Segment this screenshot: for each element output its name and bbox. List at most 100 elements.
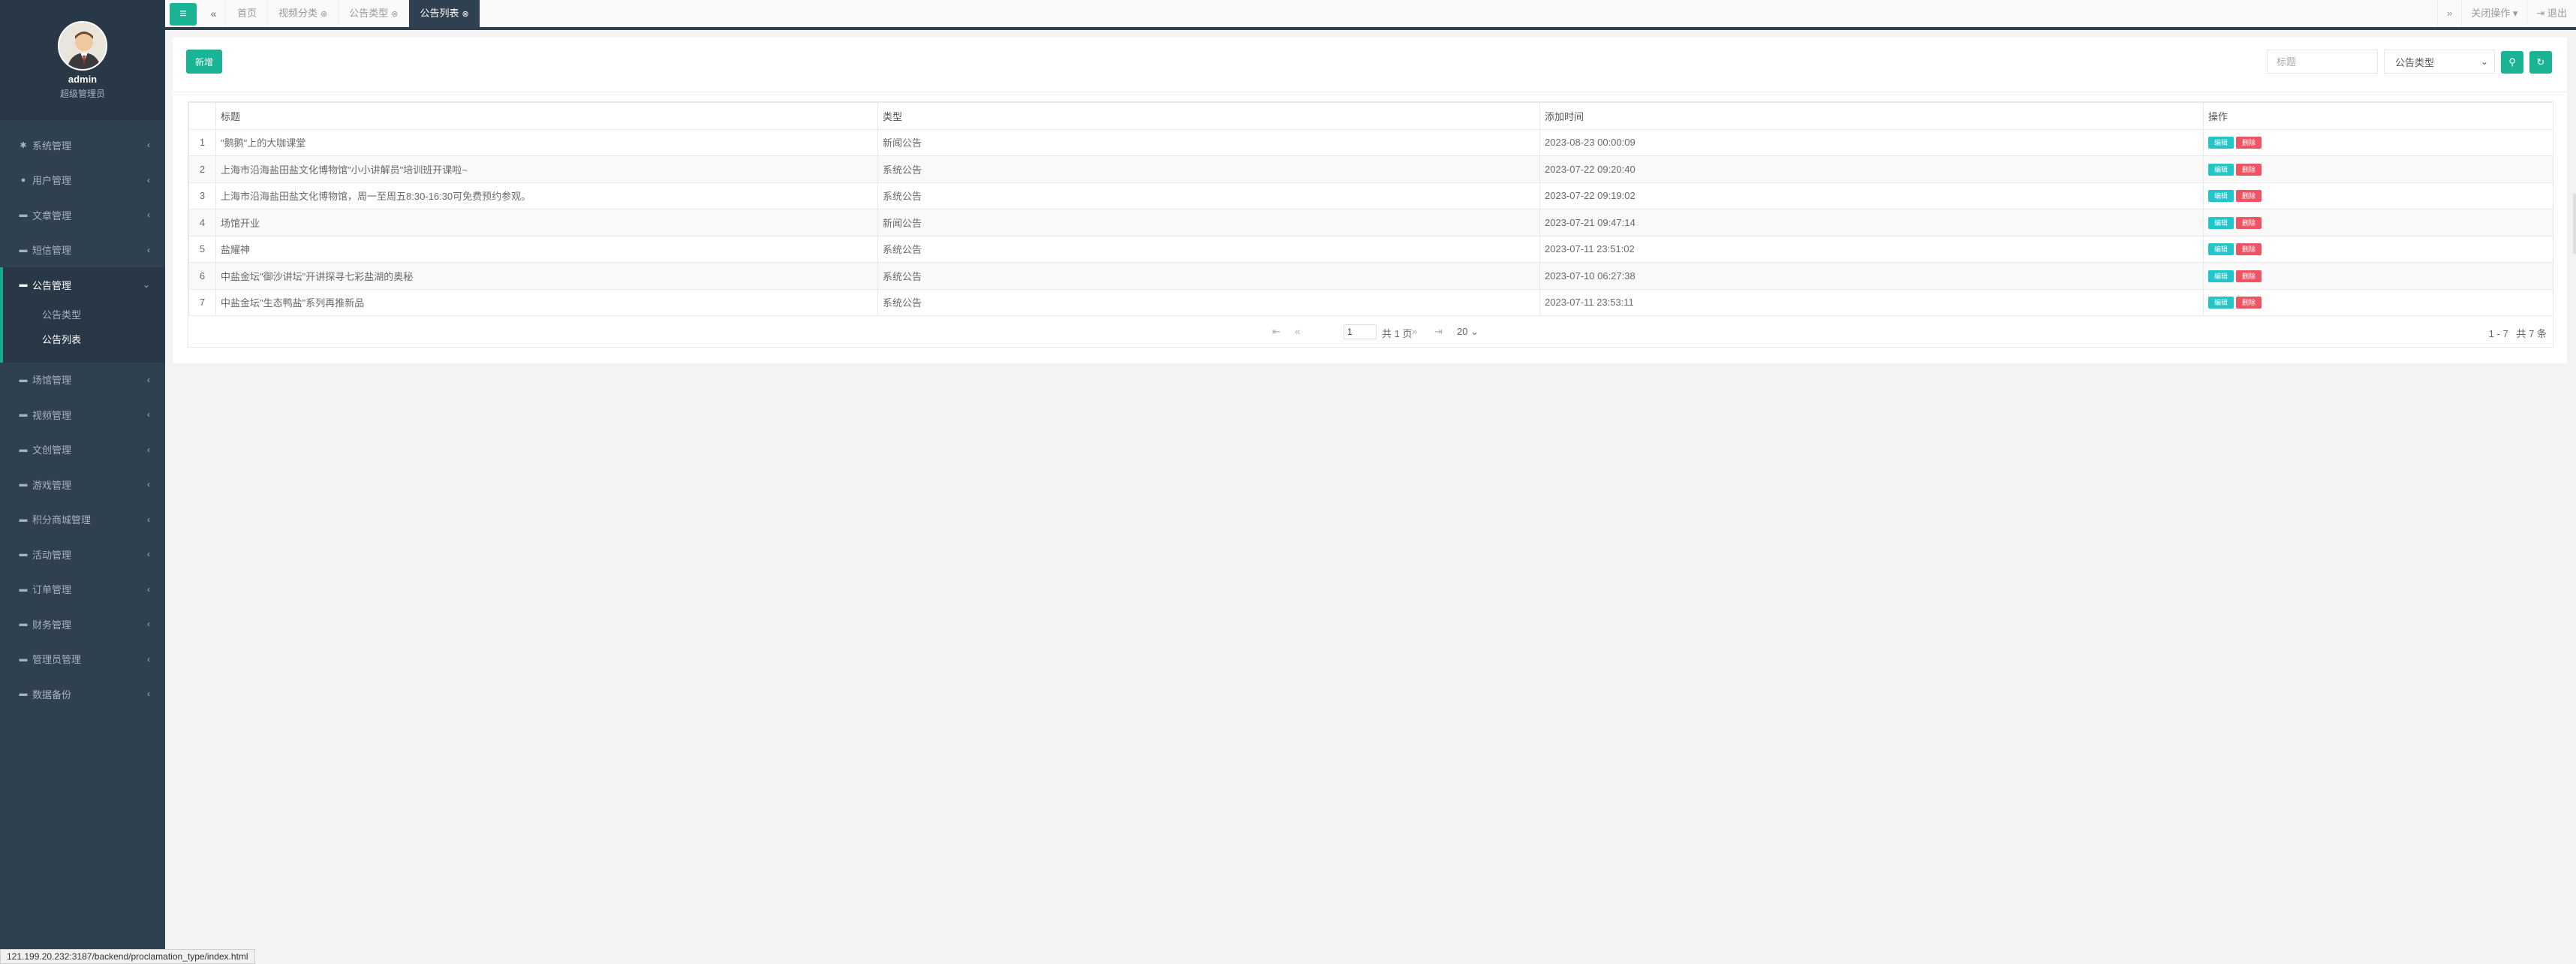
chevron-left-icon: ‹ bbox=[147, 653, 150, 664]
row-actions: 编辑 删除 bbox=[2203, 288, 2553, 316]
sidebar-item-announcements[interactable]: ▬ 公告管理 ⌄ 公告类型 公告列表 bbox=[0, 267, 165, 363]
close-icon[interactable]: ⊗ bbox=[391, 10, 398, 19]
delete-button[interactable]: 删除 bbox=[2236, 216, 2262, 229]
submenu-item-announcement-list[interactable]: 公告列表 bbox=[3, 327, 165, 352]
row-title: 上海市沿海盐田盐文化博物馆"小小讲解员"培训班开课啦~ bbox=[215, 155, 878, 183]
logout-button[interactable]: ⇥ 退出 bbox=[2526, 0, 2576, 27]
row-time: 2023-07-10 06:27:38 bbox=[1539, 262, 2204, 290]
sidebar-item-articles[interactable]: ▬ 文章管理 ‹ bbox=[0, 197, 165, 233]
table-header-time[interactable]: 添加时间 bbox=[1539, 102, 2204, 130]
close-operations-button[interactable]: 关闭操作 ▾ bbox=[2461, 0, 2526, 27]
table-row[interactable]: 6 中盐金坛"御沙讲坛"开讲探寻七彩盐湖的奥秘 系统公告 2023-07-10 … bbox=[188, 262, 2553, 290]
sidebar-item-sms[interactable]: ▬ 短信管理 ‹ bbox=[0, 233, 165, 268]
sidebar-item-venues[interactable]: ▬ 场馆管理 ‹ bbox=[0, 363, 165, 398]
folder-icon: ▬ bbox=[19, 444, 28, 454]
page-number-input[interactable]: 1 bbox=[1344, 324, 1377, 339]
avatar[interactable] bbox=[58, 21, 107, 71]
prev-page-icon[interactable]: « bbox=[1295, 326, 1300, 337]
tab-announcement-list[interactable]: 公告列表 ⊗ bbox=[409, 0, 480, 27]
edit-button[interactable]: 编辑 bbox=[2208, 137, 2234, 149]
submenu-item-announcement-types[interactable]: 公告类型 bbox=[3, 303, 165, 327]
folder-icon: ▬ bbox=[19, 480, 28, 490]
tab-video-categories[interactable]: 视频分类 ⊗ bbox=[268, 0, 339, 27]
scrollbar[interactable] bbox=[2573, 194, 2576, 254]
delete-button[interactable]: 删除 bbox=[2236, 297, 2262, 309]
row-actions: 编辑 删除 bbox=[2203, 235, 2553, 263]
row-time: 2023-07-22 09:19:02 bbox=[1539, 182, 2204, 209]
sidebar-item-finance[interactable]: ▬ 财务管理 ‹ bbox=[0, 607, 165, 642]
folder-icon: ▬ bbox=[19, 210, 28, 220]
table-row[interactable]: 1 "鹅鹅"上的大咖课堂 新闻公告 2023-08-23 00:00:09 编辑… bbox=[188, 128, 2553, 156]
page-size-select[interactable]: 20 ⌄ bbox=[1457, 326, 1479, 338]
sidebar-item-label: 管理员管理 bbox=[32, 654, 82, 666]
profile-block: admin 超级管理员 bbox=[0, 0, 165, 120]
sidebar-item-users[interactable]: ● 用户管理 ‹ bbox=[0, 163, 165, 198]
tabs-scroll-left-icon[interactable]: « bbox=[203, 0, 225, 27]
edit-button[interactable]: 编辑 bbox=[2208, 243, 2234, 256]
tab-home[interactable]: 首页 bbox=[227, 0, 269, 27]
table-row[interactable]: 3 上海市沿海盐田盐文化博物馆，周一至周五8:30-16:30可免费预约参观。 … bbox=[188, 182, 2553, 209]
row-type: 系统公告 bbox=[877, 288, 1540, 316]
delete-button[interactable]: 删除 bbox=[2236, 270, 2262, 282]
range-value: 1 - 7 bbox=[2488, 328, 2508, 339]
folder-icon: ▬ bbox=[19, 689, 28, 699]
menu-toggle-icon[interactable]: ≡ bbox=[170, 3, 197, 26]
add-button[interactable]: 新增 bbox=[186, 50, 222, 74]
record-range: 1 - 7 共 7 条 bbox=[2489, 326, 2547, 340]
row-type: 系统公告 bbox=[877, 155, 1540, 183]
row-actions: 编辑 删除 bbox=[2203, 262, 2553, 290]
tabs-scroll-right-icon[interactable]: » bbox=[2437, 0, 2461, 27]
table-header-title[interactable]: 标题 bbox=[215, 102, 878, 130]
delete-button[interactable]: 删除 bbox=[2236, 243, 2262, 256]
chevron-left-icon: ‹ bbox=[147, 688, 150, 700]
next-page-icon[interactable]: » bbox=[1412, 326, 1417, 337]
user-icon: ● bbox=[20, 175, 26, 185]
sidebar-item-backup[interactable]: ▬ 数据备份 ‹ bbox=[0, 676, 165, 712]
edit-button[interactable]: 编辑 bbox=[2208, 216, 2234, 229]
table-row[interactable]: 2 上海市沿海盐田盐文化博物馆"小小讲解员"培训班开课啦~ 系统公告 2023-… bbox=[188, 155, 2553, 183]
title-search-input[interactable] bbox=[2267, 50, 2378, 74]
sidebar-item-points-mall[interactable]: ▬ 积分商城管理 ‹ bbox=[0, 502, 165, 538]
row-time: 2023-08-23 00:00:09 bbox=[1539, 128, 2204, 156]
chevron-left-icon: ‹ bbox=[147, 209, 150, 221]
first-page-icon[interactable]: ⇤ bbox=[1272, 326, 1280, 338]
sidebar-item-admins[interactable]: ▬ 管理员管理 ‹ bbox=[0, 642, 165, 677]
sidebar-item-creative[interactable]: ▬ 文创管理 ‹ bbox=[0, 432, 165, 468]
edit-button[interactable]: 编辑 bbox=[2208, 190, 2234, 203]
last-page-icon[interactable]: ⇥ bbox=[1434, 326, 1443, 338]
sidebar-item-label: 财务管理 bbox=[32, 619, 72, 631]
sidebar-item-orders[interactable]: ▬ 订单管理 ‹ bbox=[0, 572, 165, 607]
delete-button[interactable]: 删除 bbox=[2236, 163, 2262, 176]
sidebar-item-videos[interactable]: ▬ 视频管理 ‹ bbox=[0, 397, 165, 432]
tab-announcement-types[interactable]: 公告类型 ⊗ bbox=[339, 0, 410, 27]
sidebar-item-activities[interactable]: ▬ 活动管理 ‹ bbox=[0, 537, 165, 572]
edit-button[interactable]: 编辑 bbox=[2208, 297, 2234, 309]
edit-button[interactable]: 编辑 bbox=[2208, 270, 2234, 282]
logout-icon: ⇥ bbox=[2536, 8, 2545, 19]
folder-icon: ▬ bbox=[19, 375, 28, 384]
sidebar-item-games[interactable]: ▬ 游戏管理 ‹ bbox=[0, 467, 165, 502]
type-select[interactable]: 公告类型 ⌄ bbox=[2384, 50, 2495, 74]
table-row[interactable]: 7 中盐金坛"生态鸭盐"系列再推新品 系统公告 2023-07-11 23:53… bbox=[188, 288, 2553, 316]
chevron-left-icon: ‹ bbox=[147, 619, 150, 630]
close-icon[interactable]: ⊗ bbox=[462, 10, 469, 19]
table-row[interactable]: 5 盐耀神 系统公告 2023-07-11 23:51:02 编辑 删除 bbox=[188, 235, 2553, 263]
close-icon[interactable]: ⊗ bbox=[320, 10, 327, 19]
close-operations-label: 关闭操作 bbox=[2471, 8, 2511, 19]
top-right-actions: » 关闭操作 ▾ ⇥ 退出 bbox=[2437, 0, 2576, 27]
row-time: 2023-07-11 23:51:02 bbox=[1539, 235, 2204, 263]
page-size-value: 20 bbox=[1457, 326, 1468, 337]
tab-label: 首页 bbox=[237, 8, 257, 19]
total-pages: 共 1 页 bbox=[1382, 328, 1413, 339]
sidebar: admin 超级管理员 ✱ 系统管理 ‹ ● 用户管理 ‹ ▬ 文章管理 ‹ ▬ 短信管理 ‹ … bbox=[0, 0, 165, 964]
sidebar-item-system[interactable]: ✱ 系统管理 ‹ bbox=[0, 128, 165, 163]
refresh-button[interactable]: ↻ bbox=[2529, 51, 2552, 74]
edit-button[interactable]: 编辑 bbox=[2208, 163, 2234, 176]
table-row[interactable]: 4 场馆开业 新闻公告 2023-07-21 09:47:14 编辑 删除 bbox=[188, 209, 2553, 236]
delete-button[interactable]: 删除 bbox=[2236, 137, 2262, 149]
search-button[interactable]: ⚲ bbox=[2501, 51, 2523, 74]
delete-button[interactable]: 删除 bbox=[2236, 190, 2262, 203]
chevron-left-icon: ‹ bbox=[147, 374, 150, 385]
table-header-type[interactable]: 类型 bbox=[877, 102, 1540, 130]
row-title: 场馆开业 bbox=[215, 209, 878, 236]
